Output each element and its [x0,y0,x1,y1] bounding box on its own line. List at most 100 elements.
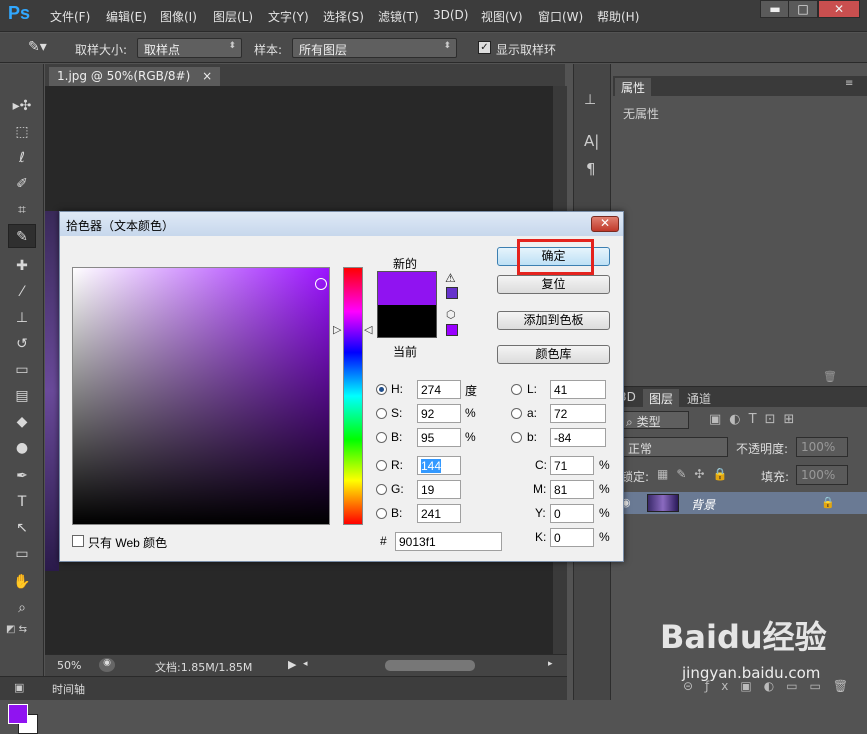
pen-tool-icon[interactable]: ✒ [8,464,36,488]
scroll-left-icon[interactable]: ◂ [303,659,308,669]
scroll-right-icon[interactable]: ▸ [548,659,553,669]
r-input[interactable]: 144 [417,456,461,475]
zoom-level[interactable]: 50% [57,659,81,672]
tab-layers[interactable]: 图层 [643,389,680,407]
blend-mode-select[interactable]: 正常 [621,437,728,457]
menu-window[interactable]: 窗口(W) [538,8,583,25]
add-to-swatches-button[interactable]: 添加到色板 [497,311,610,330]
radio-h[interactable] [376,384,387,395]
document-tab[interactable]: 1.jpg @ 50%(RGB/8#) × [49,67,221,86]
trash-icon[interactable]: 🗑 [823,370,837,383]
quick-select-tool-icon[interactable]: ✐ [8,172,36,196]
radio-s[interactable] [376,408,387,419]
tab-properties[interactable]: 属性 [615,78,652,96]
play-icon[interactable]: ▶ [288,658,296,671]
hand-tool-icon[interactable]: ✋ [8,570,36,594]
radio-g[interactable] [376,484,387,495]
menu-edit[interactable]: 编辑(E) [106,8,147,25]
layer-name[interactable]: 背景 [691,496,715,513]
g-input[interactable]: 19 [417,480,461,499]
brush-tool-icon[interactable]: ⁄ [8,280,36,304]
menu-view[interactable]: 视图(V) [481,8,523,25]
web-colors-only-checkbox[interactable] [72,535,84,547]
dodge-tool-icon[interactable]: ● [8,436,36,460]
a-input[interactable]: 72 [550,404,606,423]
menu-image[interactable]: 图像(I) [160,8,197,25]
history-panel-icon[interactable]: ⊥ [584,92,596,108]
fill-input[interactable]: 100% [796,465,848,485]
menu-filter[interactable]: 滤镜(T) [378,8,419,25]
y-input[interactable]: 0 [550,504,594,523]
close-window-button[interactable]: ✕ [818,0,860,18]
paragraph-panel-icon[interactable]: ¶ [586,160,596,178]
stamp-tool-icon[interactable]: ⊥ [8,306,36,330]
path-select-tool-icon[interactable]: ↖ [8,516,36,540]
radio-r[interactable] [376,460,387,471]
s-input[interactable]: 92 [417,404,461,423]
b-input[interactable]: 95 [417,428,461,447]
tab-channels[interactable]: 通道 [681,389,717,407]
timeline-icon[interactable]: ▣ [14,681,24,694]
hue-slider[interactable] [343,267,363,525]
shape-tool-icon[interactable]: ▭ [8,542,36,566]
radio-blue[interactable] [376,508,387,519]
hue-slider-right-arrow[interactable]: ◁ [364,323,372,336]
dialog-close-button[interactable]: ✕ [591,216,619,232]
crop-tool-icon[interactable]: ⌗ [8,198,36,222]
color-libraries-button[interactable]: 颜色库 [497,345,610,364]
menu-layer[interactable]: 图层(L) [213,8,253,25]
blur-tool-icon[interactable]: ◆ [8,410,36,434]
sample-select[interactable]: 所有图层 ⬍ [292,38,457,58]
sample-size-select[interactable]: 取样点 ⬍ [137,38,242,58]
k-input[interactable]: 0 [550,528,594,547]
default-colors-icon[interactable]: ◩ ⇆ [6,624,27,635]
close-tab-icon[interactable]: × [202,69,212,83]
marquee-tool-icon[interactable]: ⬚ [8,120,36,144]
layer-row[interactable]: ◉ 背景 🔒 [613,492,867,514]
character-panel-icon[interactable]: A| [584,132,599,150]
blue-input[interactable]: 241 [417,504,461,523]
zoom-tool-icon[interactable]: ⌕ [8,596,36,620]
color-field-marker[interactable] [315,278,327,290]
opacity-input[interactable]: 100% [796,437,848,457]
reset-button[interactable]: 复位 [497,275,610,294]
lab-b-input[interactable]: -84 [550,428,606,447]
horizontal-scroll-thumb[interactable] [385,660,475,671]
menu-file[interactable]: 文件(F) [50,8,90,25]
c-input[interactable]: 71 [550,456,594,475]
timeline-label[interactable]: 时间轴 [52,681,85,697]
web-safe-swatch[interactable] [446,324,458,336]
current-color-swatch[interactable] [377,305,437,338]
maximize-button[interactable]: □ [788,0,818,18]
history-brush-tool-icon[interactable]: ↺ [8,332,36,356]
radio-l[interactable] [511,384,522,395]
gradient-tool-icon[interactable]: ▤ [8,384,36,408]
layer-filter-icons[interactable]: ▣◐T⊡⊞ [709,412,802,427]
lasso-tool-icon[interactable]: ℓ [8,146,36,170]
minimize-button[interactable]: ▬ [760,0,790,18]
radio-b[interactable] [376,432,387,443]
show-ring-checkbox[interactable]: ✓ [478,41,491,54]
move-tool-icon[interactable]: ▸✣ [8,94,36,118]
gamut-warning-icon[interactable]: ⚠ [445,271,456,285]
saturation-brightness-field[interactable] [72,267,330,525]
lock-icons[interactable]: ▦✎✣🔒 [657,467,735,481]
menu-type[interactable]: 文字(Y) [268,8,309,25]
m-input[interactable]: 81 [550,480,594,499]
eyedropper-preset-icon[interactable]: ✎▾ [28,39,47,55]
healing-tool-icon[interactable]: ✚ [8,254,36,278]
radio-lab-b[interactable] [511,432,522,443]
menu-3d[interactable]: 3D(D) [433,8,468,22]
dialog-titlebar[interactable]: 拾色器（文本颜色） ✕ [60,212,623,236]
gamut-correction-swatch[interactable] [446,287,458,299]
layer-kind-filter[interactable]: ⌕ 类型 [619,411,689,429]
foreground-color-swatch[interactable] [8,704,28,724]
menu-help[interactable]: 帮助(H) [597,8,639,25]
hex-input[interactable]: 9013f1 [395,532,502,551]
h-input[interactable]: 274 [417,380,461,399]
radio-a[interactable] [511,408,522,419]
l-input[interactable]: 41 [550,380,606,399]
eraser-tool-icon[interactable]: ▭ [8,358,36,382]
type-tool-icon[interactable]: T [8,490,36,514]
eyedropper-tool-icon[interactable]: ✎ [8,224,36,248]
